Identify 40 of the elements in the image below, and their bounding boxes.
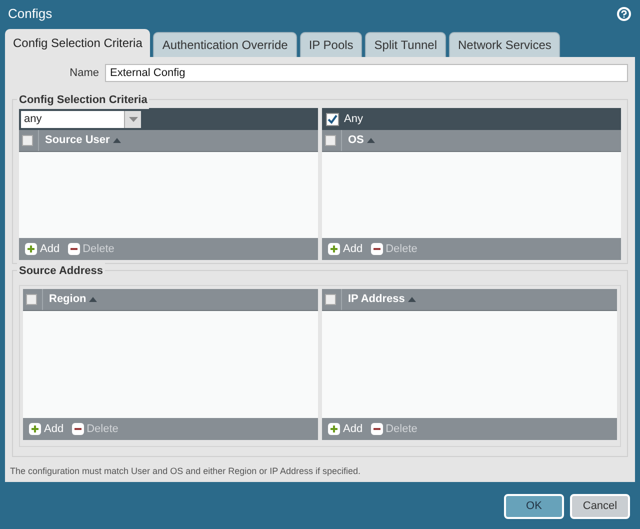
plus-icon [328, 243, 340, 255]
header-checkbox[interactable] [325, 135, 336, 146]
minus-icon [72, 423, 84, 435]
section-legend: Config Selection Criteria [17, 92, 150, 108]
note-text: The configuration must match User and OS and either Region or IP Address if specified. [10, 465, 362, 478]
header-checkbox[interactable] [26, 294, 37, 305]
header-checkbox[interactable] [325, 294, 336, 305]
window-title: Configs [8, 4, 52, 23]
checkbox[interactable] [326, 112, 339, 126]
column-title[interactable]: OS [348, 132, 364, 149]
field-label: Name [68, 66, 99, 81]
column-title[interactable]: Region [49, 291, 86, 308]
sort-arrow-icon [408, 297, 416, 302]
minus-icon [68, 243, 80, 255]
tab[interactable]: Config Selection Criteria [5, 29, 150, 57]
name-field[interactable]: External Config [105, 64, 628, 82]
header-checkbox[interactable] [22, 135, 33, 146]
plus-icon [29, 423, 41, 435]
sort-arrow-icon [112, 138, 121, 143]
dropdown[interactable]: any [21, 110, 141, 128]
ok-button[interactable]: OK [504, 494, 564, 519]
tab[interactable]: Network Services [449, 32, 560, 57]
checkbox-label: Any [344, 112, 363, 127]
tab[interactable]: IP Pools [300, 32, 362, 57]
sort-arrow-icon [366, 138, 375, 143]
help-icon[interactable] [617, 6, 631, 20]
minus-icon [370, 243, 383, 255]
cancel-button[interactable]: Cancel [570, 494, 630, 519]
column-title[interactable]: IP Address [348, 291, 405, 308]
add-button[interactable]: Add [29, 420, 64, 438]
add-button[interactable]: Add [328, 240, 363, 258]
column-title[interactable]: Source User [45, 132, 110, 149]
tab[interactable]: Split Tunnel [365, 32, 446, 57]
plus-icon [328, 423, 340, 435]
sort-arrow-icon [89, 297, 98, 302]
minus-icon [370, 423, 383, 435]
tab[interactable]: Authentication Override [153, 32, 297, 57]
add-button[interactable]: Add [328, 420, 363, 438]
plus-icon [25, 243, 37, 255]
add-button[interactable]: Add [25, 240, 60, 258]
